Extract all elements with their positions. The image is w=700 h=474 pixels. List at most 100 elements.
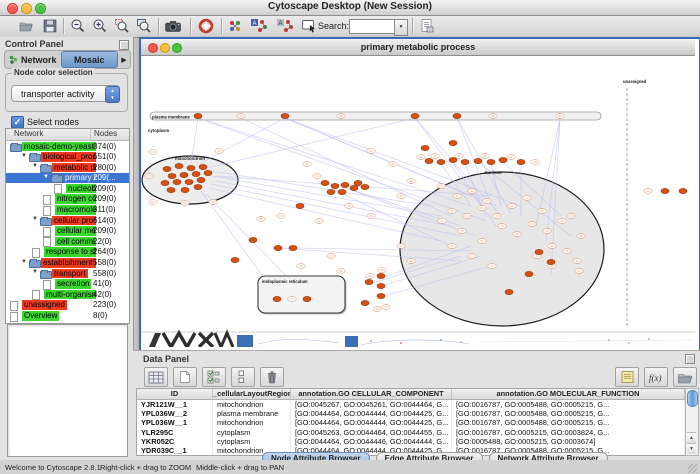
- node-color-dropdown[interactable]: transporter activity: [11, 85, 120, 102]
- expand-arrow-icon[interactable]: ▼: [32, 163, 38, 169]
- table-cell[interactable]: cytoplasm: [213, 428, 291, 437]
- tree-row[interactable]: macromolecule311(0): [6, 205, 129, 216]
- table-cell[interactable]: cytoplasm: [213, 437, 291, 446]
- table-column-header[interactable]: annotation.GO CELLULAR_COMPONENT: [291, 389, 452, 399]
- scroll-down-button[interactable]: ▼: [687, 443, 696, 454]
- network-overview-panel[interactable]: [7, 324, 128, 457]
- zoom-in-button[interactable]: [90, 17, 110, 35]
- vizmapper-edge-button[interactable]: A: [274, 17, 296, 35]
- delete-attribute-button[interactable]: [260, 367, 284, 387]
- attribute-select-button[interactable]: [144, 367, 168, 387]
- network-label[interactable]: mosaic-demo-yeast: [22, 142, 96, 152]
- expand-arrow-icon[interactable]: ▼: [43, 174, 49, 180]
- network-label[interactable]: response to stimulu: [44, 247, 96, 257]
- table-cell[interactable]: [GO:0045267, GO:0045261, GO:0044464, G..…: [291, 400, 452, 409]
- network-frame-titlebar[interactable]: primary metabolic process: [141, 39, 695, 56]
- frame-close-button[interactable]: [148, 43, 158, 53]
- search-input[interactable]: [350, 24, 394, 37]
- table-cell[interactable]: [GO:0016787, GO:0005488, GO:0005215, G..…: [452, 400, 685, 409]
- tree-row[interactable]: response to stimulu264(0): [6, 247, 129, 258]
- table-cell[interactable]: plasma membrane: [213, 409, 291, 418]
- tree-row[interactable]: mosaic-demo-yeast874(0): [6, 141, 129, 152]
- network-label[interactable]: Overview: [22, 311, 59, 321]
- scroll-up-button[interactable]: ▲: [687, 432, 696, 443]
- search-field[interactable]: [349, 19, 394, 34]
- table-cell[interactable]: mitochondrion: [213, 400, 291, 409]
- network-label[interactable]: secretion: [55, 279, 91, 289]
- tree-row[interactable]: nitrogen compo209(0): [6, 194, 129, 205]
- select-mode-button[interactable]: [299, 17, 319, 35]
- table-cell[interactable]: [GO:0044464, GO:0044444, GO:0044425, G..…: [291, 418, 452, 427]
- network-label[interactable]: cellular process: [52, 216, 96, 226]
- table-row[interactable]: YPL036W__2plasma membrane[GO:0044464, GO…: [137, 409, 685, 418]
- attribute-table[interactable]: ID_cellularLayoutRegionannotation.GO CEL…: [136, 388, 686, 456]
- attribute-editor-button[interactable]: [417, 17, 437, 35]
- table-cell[interactable]: YPL036W__1: [137, 418, 213, 427]
- table-row[interactable]: YJR121W__1mitochondrion[GO:0045267, GO:0…: [137, 400, 685, 409]
- network-label[interactable]: metabolic process: [52, 163, 96, 173]
- tab-network[interactable]: Network: [5, 51, 61, 68]
- tab-mosaic[interactable]: Mosaic: [61, 51, 119, 68]
- save-session-button[interactable]: [40, 17, 60, 35]
- help-button[interactable]: [196, 17, 216, 35]
- zoom-fit-button[interactable]: [134, 17, 154, 35]
- tree-row[interactable]: ▼primary metabo209(...: [6, 173, 129, 184]
- table-column-header[interactable]: ID: [137, 389, 213, 399]
- tree-row[interactable]: secretion41(0): [6, 279, 129, 290]
- more-tabs-button[interactable]: ▶: [118, 51, 130, 68]
- network-view-frame[interactable]: primary metabolic process plasma membran…: [139, 37, 700, 353]
- tree-row[interactable]: ▼biological_process651(0): [6, 152, 129, 163]
- frame-minimize-button[interactable]: [160, 43, 170, 53]
- zoom-out-button[interactable]: [68, 17, 88, 35]
- search-dropdown-button[interactable]: ▼: [394, 19, 408, 36]
- tree-row[interactable]: unassigned223(0): [6, 300, 129, 311]
- network-label[interactable]: cell communicat: [55, 237, 96, 247]
- float-panel-icon[interactable]: [685, 354, 695, 364]
- network-label[interactable]: macromolecule: [55, 205, 96, 215]
- import-attributes-button[interactable]: [673, 367, 697, 387]
- network-label[interactable]: nitrogen compo: [55, 194, 96, 204]
- frame-zoom-button[interactable]: [172, 43, 182, 53]
- zoom-selected-button[interactable]: [112, 17, 132, 35]
- table-column-header[interactable]: annotation.GO MOLECULAR_FUNCTION: [452, 389, 685, 399]
- tree-row[interactable]: nucleobase-209(0): [6, 183, 129, 194]
- float-panel-icon[interactable]: [119, 40, 129, 50]
- resize-grip[interactable]: [688, 464, 697, 473]
- network-label[interactable]: biological_process: [41, 152, 96, 162]
- formula-button[interactable]: f(x): [644, 367, 668, 387]
- network-label[interactable]: unassigned: [22, 300, 67, 310]
- table-cell[interactable]: [GO:0016787, GO:0005215, GO:0003824, G..…: [452, 428, 685, 437]
- tree-row[interactable]: ▼establishment of lo558(0): [6, 258, 129, 269]
- expand-arrow-icon[interactable]: ▼: [32, 216, 38, 222]
- network-label[interactable]: transport: [52, 269, 88, 279]
- table-column-header[interactable]: _cellularLayoutRegion: [213, 389, 291, 399]
- network-canvas[interactable]: plasma membranecytoplasmmitochondrionnuc…: [141, 56, 695, 347]
- table-scrollbar[interactable]: ▲ ▼: [685, 388, 699, 456]
- expand-arrow-icon[interactable]: ▼: [21, 259, 27, 265]
- network-label[interactable]: multi-organism pro: [44, 290, 96, 300]
- table-cell[interactable]: YJR121W__1: [137, 400, 213, 409]
- tree-row[interactable]: ▼cellular process614(0): [6, 215, 129, 226]
- open-session-button[interactable]: [16, 17, 36, 35]
- tree-row[interactable]: cell communicat22(0): [6, 236, 129, 247]
- select-all-attributes-button[interactable]: [202, 367, 226, 387]
- table-cell[interactable]: [GO:0016787, GO:0005488, GO:0005215, G..…: [452, 409, 685, 418]
- snapshot-button[interactable]: [163, 17, 183, 35]
- table-cell[interactable]: YPL036W__2: [137, 409, 213, 418]
- tree-row[interactable]: cellular metabo209(0): [6, 226, 129, 237]
- vizmapper-node-button[interactable]: A: [248, 17, 270, 35]
- table-cell[interactable]: mitochondrion: [213, 418, 291, 427]
- table-cell[interactable]: [GO:0044464, GO:0044444, GO:0044425, G..…: [291, 409, 452, 418]
- tree-row[interactable]: ▼metabolic process280(0): [6, 162, 129, 173]
- table-cell[interactable]: YLR295C: [137, 428, 213, 437]
- network-label[interactable]: nucleobase-: [66, 184, 96, 194]
- expand-arrow-icon[interactable]: ▼: [21, 153, 27, 159]
- table-row[interactable]: YPL036W__1mitochondrion[GO:0044464, GO:0…: [137, 418, 685, 427]
- tree-row[interactable]: ▼transport558(0): [6, 268, 129, 279]
- table-cell[interactable]: YDR039C__1: [137, 446, 213, 455]
- network-label[interactable]: establishment of lo: [41, 258, 96, 268]
- table-row[interactable]: YLR295Ccytoplasm[GO:0045263, GO:0044464,…: [137, 428, 685, 437]
- tree-row[interactable]: Overview8(0): [6, 311, 129, 322]
- table-cell[interactable]: [GO:0045263, GO:0044464, GO:0044455, G..…: [291, 428, 452, 437]
- table-cell[interactable]: [GO:0005488, GO:0005215, GO:0003674]: [452, 437, 685, 446]
